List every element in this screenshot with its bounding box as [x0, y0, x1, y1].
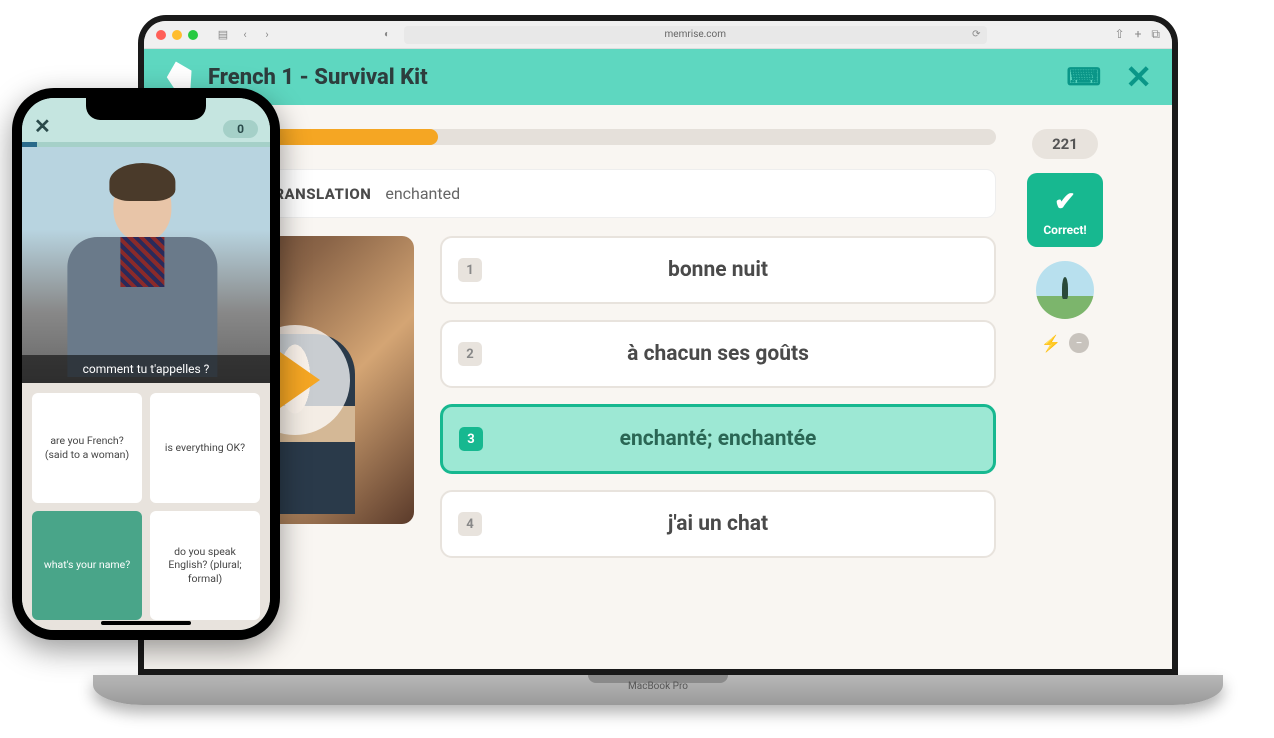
iphone-device: ✕ 0 comment tu t'appelles ? are you Fren… [12, 88, 280, 640]
option-number: 3 [459, 427, 483, 451]
browser-toolbar: ▤ ‹ › ◐ memrise.com ⟳ ⇧ + ⧉ [144, 21, 1172, 49]
macbook-screen: ▤ ‹ › ◐ memrise.com ⟳ ⇧ + ⧉ [144, 21, 1172, 669]
back-button[interactable]: ‹ [236, 27, 254, 43]
side-column: 221 ✔ Correct! ⚡ − [1020, 129, 1110, 645]
side-actions: ⚡ − [1041, 333, 1089, 353]
reload-icon[interactable]: ⟳ [972, 29, 980, 40]
mobile-option-2[interactable]: is everything OK? [150, 393, 260, 503]
window-close-button[interactable] [156, 30, 166, 40]
window-controls [156, 30, 198, 40]
app-body: LITERAL TRANSLATION enchanted [144, 105, 1172, 669]
lightning-icon[interactable]: ⚡ [1041, 333, 1061, 353]
question-area: 1 bonne nuit 2 à chacun ses goûts 3 ench… [176, 236, 996, 558]
mobile-option-3[interactable]: what's your name? [32, 511, 142, 621]
macbook-bezel: ▤ ‹ › ◐ memrise.com ⟳ ⇧ + ⧉ [138, 15, 1178, 675]
prompt-bar: LITERAL TRANSLATION enchanted [176, 169, 996, 218]
answer-option-4[interactable]: 4 j'ai un chat [440, 490, 996, 558]
progress-bar [176, 129, 996, 145]
app-content: French 1 - Survival Kit ⌨ ✕ [144, 49, 1172, 669]
mobile-score: 0 [223, 120, 258, 138]
option-number: 4 [458, 512, 482, 536]
macbook-label: MacBook Pro [628, 681, 688, 692]
option-text: à chacun ses goûts [462, 342, 974, 366]
progress-row [176, 129, 996, 145]
address-bar[interactable]: ◐ memrise.com ⟳ [404, 26, 987, 44]
option-text: bonne nuit [462, 258, 974, 282]
play-icon [280, 352, 320, 408]
home-indicator[interactable] [101, 621, 191, 625]
mobile-video-person [52, 163, 232, 383]
mobile-option-4[interactable]: do you speak English? (plural; formal) [150, 511, 260, 621]
macbook-device: ▤ ‹ › ◐ memrise.com ⟳ ⇧ + ⧉ [138, 15, 1178, 720]
prompt-word: enchanted [385, 184, 460, 203]
url-text: memrise.com [665, 29, 726, 40]
mobile-close-button[interactable]: ✕ [34, 114, 51, 138]
browser-nav: ▤ ‹ › [214, 27, 276, 43]
answer-option-1[interactable]: 1 bonne nuit [440, 236, 996, 304]
share-icon[interactable]: ⇧ [1115, 27, 1125, 42]
answer-option-2[interactable]: 2 à chacun ses goûts [440, 320, 996, 388]
close-session-button[interactable]: ✕ [1125, 58, 1152, 96]
tabs-icon[interactable]: ⧉ [1151, 27, 1160, 42]
ignore-icon[interactable]: − [1069, 333, 1089, 353]
forward-button[interactable]: › [258, 27, 276, 43]
plant-avatar-icon[interactable] [1036, 261, 1094, 319]
iphone-notch [86, 98, 206, 120]
window-minimize-button[interactable] [172, 30, 182, 40]
score-display: 221 [1032, 129, 1098, 159]
window-maximize-button[interactable] [188, 30, 198, 40]
mobile-video[interactable]: comment tu t'appelles ? [22, 147, 270, 383]
mobile-option-1[interactable]: are you French? (said to a woman) [32, 393, 142, 503]
browser-right-controls: ⇧ + ⧉ [1115, 27, 1160, 42]
macbook-base: MacBook Pro [93, 675, 1223, 705]
mobile-caption: comment tu t'appelles ? [22, 355, 270, 383]
option-number: 2 [458, 342, 482, 366]
mobile-options: are you French? (said to a woman) is eve… [22, 383, 270, 630]
privacy-icon: ◐ [384, 29, 390, 40]
new-tab-icon[interactable]: + [1135, 27, 1142, 42]
keyboard-icon[interactable]: ⌨ [1067, 63, 1102, 91]
feedback-text: Correct! [1033, 223, 1097, 237]
app-header: French 1 - Survival Kit ⌨ ✕ [144, 49, 1172, 105]
answer-option-3[interactable]: 3 enchanté; enchantée [440, 404, 996, 474]
option-number: 1 [458, 258, 482, 282]
sidebar-toggle-icon[interactable]: ▤ [214, 27, 232, 43]
feedback-card: ✔ Correct! [1027, 173, 1103, 247]
answer-options: 1 bonne nuit 2 à chacun ses goûts 3 ench… [440, 236, 996, 558]
option-text: enchanté; enchantée [463, 427, 973, 451]
option-text: j'ai un chat [462, 512, 974, 536]
check-icon: ✔ [1033, 187, 1097, 217]
iphone-screen: ✕ 0 comment tu t'appelles ? are you Fren… [22, 98, 270, 630]
course-title: French 1 - Survival Kit [208, 65, 1067, 90]
